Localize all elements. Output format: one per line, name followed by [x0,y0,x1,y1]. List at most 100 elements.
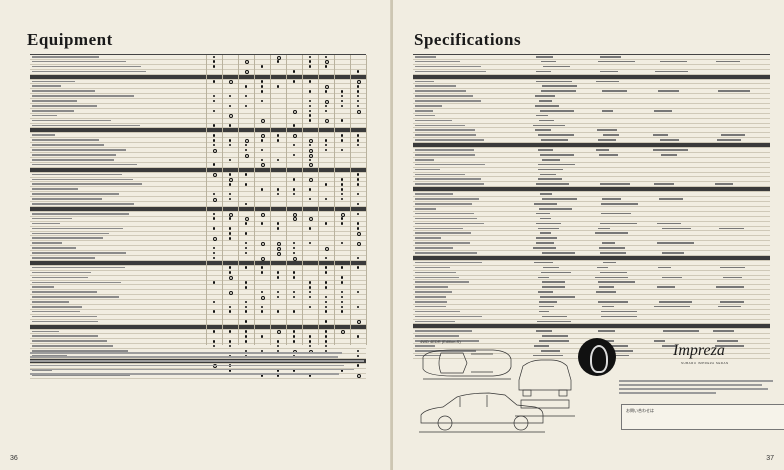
row-label [415,271,457,274]
equipment-mark [212,138,216,142]
row-label [32,109,74,112]
equipment-mark [324,89,328,93]
equipment-mark [292,290,296,294]
dealer-label: お問い合わせは [626,408,654,413]
spec-value [600,315,637,318]
spec-value [653,149,688,151]
spec-value [535,105,560,107]
equipment-mark [244,246,248,250]
equipment-mark [212,134,216,137]
car-top-view [422,349,512,380]
spec-value [715,60,740,63]
equipment-mark [308,89,312,93]
equipment-mark [276,344,280,348]
equipment-mark [260,335,264,338]
equipment-mark [244,281,248,284]
spec-value [713,330,735,333]
row-label [32,183,143,186]
spec-value [542,286,565,288]
row-label [415,154,476,156]
spec-value [595,276,628,279]
column-rule [270,55,271,346]
spec-value [602,242,616,244]
row-label [32,105,97,107]
car-front-view [518,359,572,391]
row-label [415,105,442,107]
equipment-mark [292,246,296,250]
row-label [415,85,456,88]
equipment-mark [212,281,216,284]
spec-value [654,70,688,73]
equipment-mark [212,310,216,314]
equipment-mark [308,143,312,147]
spec-value [541,158,560,161]
spec-value [599,183,631,185]
row-label [32,340,107,342]
spec-value [661,154,677,156]
row-label [415,330,472,333]
equipment-mark [260,222,264,225]
equipment-mark [244,202,248,206]
row-label [32,70,146,73]
row-label [32,335,98,338]
row-label [32,178,133,181]
row-label [32,119,112,122]
equipment-mark [276,227,280,230]
row-label [415,232,471,234]
equipment-mark [228,217,232,221]
equipment-mark [292,310,296,314]
equipment-mark [308,109,312,113]
equipment-mark [292,187,296,191]
equipment-mark [244,143,248,147]
spec-value [536,330,553,333]
spec-value [654,305,690,308]
promo-text [619,378,781,400]
equipment-mark [260,310,264,314]
row-label [415,178,481,181]
equipment-mark [260,305,264,309]
equipment-mark [356,99,360,103]
row-label [32,266,125,269]
spec-value [602,90,628,92]
row-label [415,320,455,323]
row-label [415,60,460,63]
spec-value [601,310,637,313]
equipment-mark [292,276,296,279]
spec-value [539,109,575,112]
spec-value [540,271,572,274]
row-label [32,149,127,151]
equipment-mark [212,330,216,333]
spec-value [721,134,746,136]
brand-subtitle: SUBARU IMPREZA SEDAN [681,361,729,365]
equipment-mark [324,55,328,59]
equipment-mark [228,94,232,98]
equipment-mark [308,339,312,343]
equipment-mark [292,339,296,343]
equipment-mark [356,104,360,108]
equipment-mark [260,290,264,294]
row-label [415,193,453,195]
row-label [32,90,95,92]
row-label [415,266,450,269]
row-label [32,114,57,117]
spec-value [539,217,551,220]
equipment-mark [340,89,344,93]
equipment-mark [292,271,296,274]
row-label [32,281,121,284]
row-label [415,80,435,83]
spec-value [657,286,676,288]
row-label [32,276,89,279]
row-label [32,198,103,200]
spec-value [540,232,552,234]
equipment-mark [292,251,296,255]
column-rule [254,55,255,346]
spec-value [718,305,741,308]
spec-value [657,266,671,269]
spec-value [540,296,576,298]
equipment-mark [340,197,344,201]
equipment-mark [308,197,312,201]
equipment-mark [356,70,360,73]
page-number: 37 [766,455,774,462]
equipment-mark [244,335,248,338]
equipment-mark [228,192,232,196]
